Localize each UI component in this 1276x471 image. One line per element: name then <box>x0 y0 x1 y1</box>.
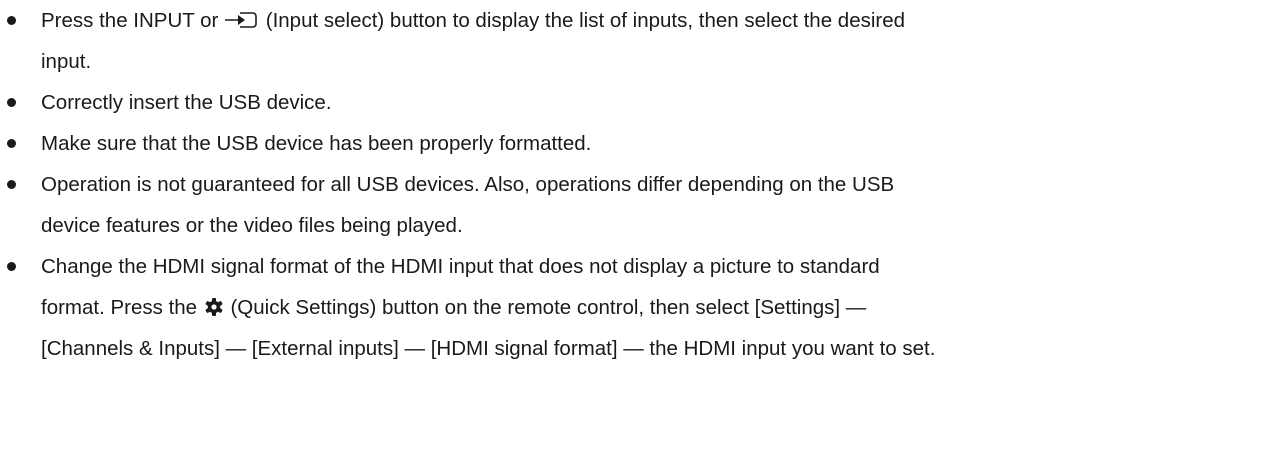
list-item: Change the HDMI signal format of the HDM… <box>0 246 1276 369</box>
bullet-icon <box>7 139 16 148</box>
line: Change the HDMI signal format of the HDM… <box>41 255 880 278</box>
bullet-icon <box>7 262 16 271</box>
list-item: Operation is not guaranteed for all USB … <box>0 164 1276 246</box>
line: Correctly insert the USB device. <box>41 91 332 114</box>
line: device features or the video files being… <box>41 214 463 237</box>
list-item: Press the INPUT or (Input select) button… <box>0 0 1276 82</box>
list-item: Correctly insert the USB device. <box>0 82 1276 123</box>
line: [Channels & Inputs] — [External inputs] … <box>41 337 936 360</box>
line-text: (Input select) button to display the lis… <box>260 9 906 32</box>
bullet-icon <box>7 16 16 25</box>
line-text: format. Press the <box>41 296 203 319</box>
list-item: Make sure that the USB device has been p… <box>0 123 1276 164</box>
line: format. Press the (Quick Settings) butto… <box>41 287 1276 328</box>
bullet-icon <box>7 180 16 189</box>
line-text: (Quick Settings) button on the remote co… <box>224 296 867 319</box>
line: Press the INPUT or (Input select) button… <box>41 0 1276 41</box>
line: input. <box>41 50 92 73</box>
line: Make sure that the USB device has been p… <box>41 132 592 155</box>
bullet-icon <box>7 98 16 107</box>
troubleshooting-list: Press the INPUT or (Input select) button… <box>0 0 1276 369</box>
input-select-icon <box>224 9 260 31</box>
help-page: Press the INPUT or (Input select) button… <box>0 0 1276 471</box>
gear-icon <box>203 296 225 318</box>
line: Operation is not guaranteed for all USB … <box>41 173 895 196</box>
line-text: Press the INPUT or <box>41 9 225 32</box>
